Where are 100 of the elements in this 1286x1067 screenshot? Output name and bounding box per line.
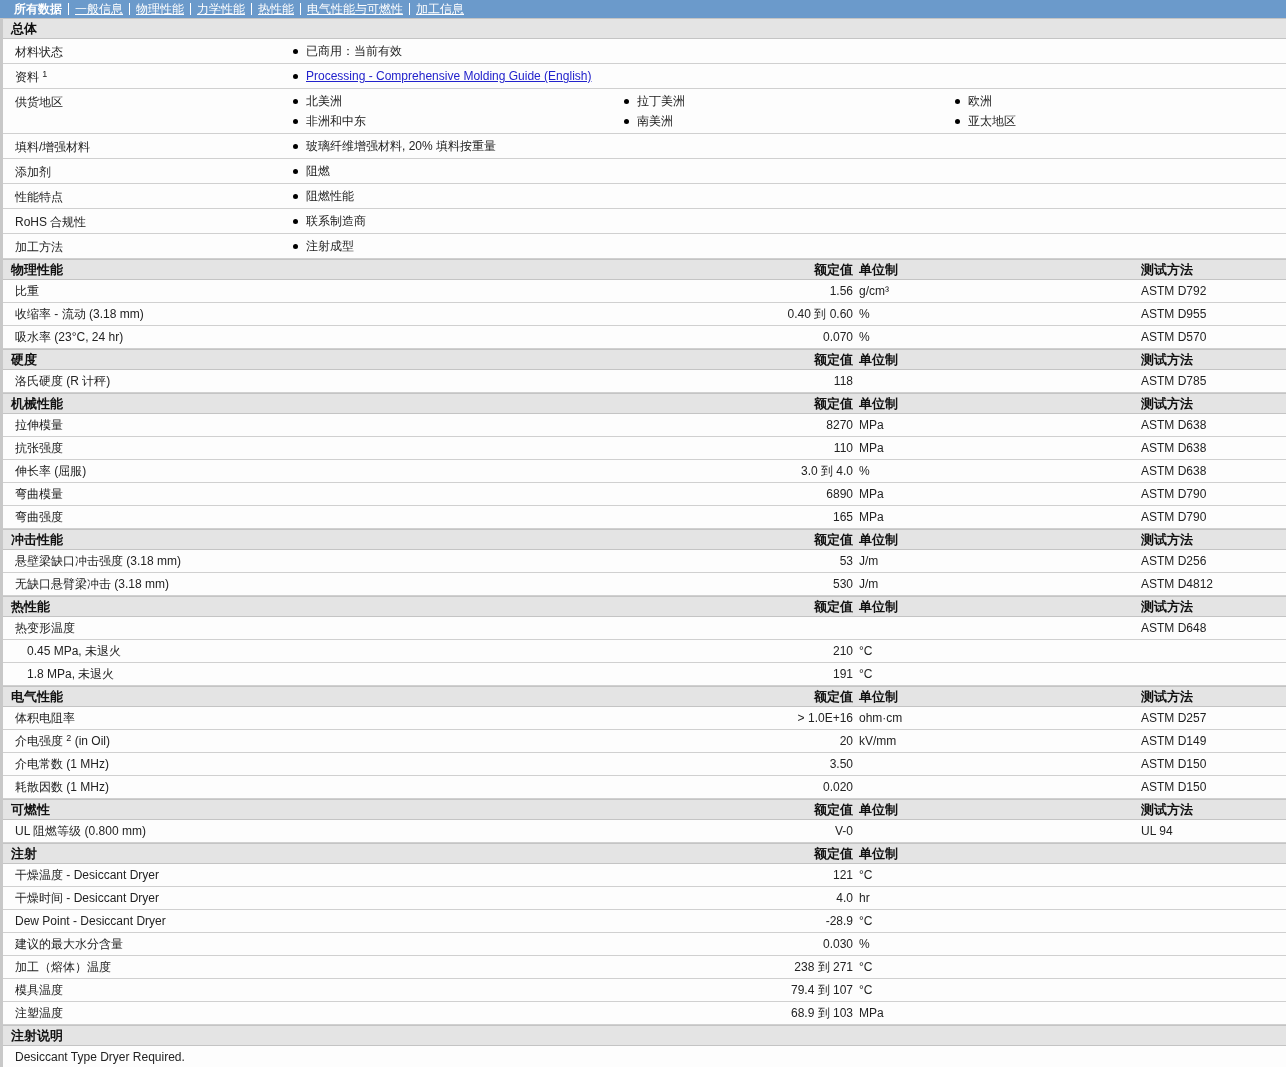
unit-text: %: [859, 463, 871, 480]
property-value: > 1.0E+16: [796, 710, 854, 727]
property-label: 弯曲强度: [14, 509, 64, 526]
property-value: 118: [832, 373, 854, 390]
test-method: ASTM D257: [1141, 710, 1208, 727]
property-value: 0.030: [821, 936, 854, 953]
column-heading: 额定值: [813, 395, 854, 413]
section-title: 热性能: [10, 598, 51, 616]
property-label: 资料 $^{1}$: [14, 67, 49, 86]
test-method: ASTM D955: [1141, 306, 1208, 323]
column-heading: 测试方法: [1141, 261, 1194, 279]
unit-text: °C: [859, 643, 874, 660]
column-heading: 单位制: [859, 395, 899, 413]
unit-text: °C: [859, 982, 874, 999]
bullet-icon: [293, 143, 298, 149]
unit-text: %: [859, 936, 871, 953]
property-value: 191: [831, 666, 854, 683]
column-heading: 额定值: [813, 801, 854, 819]
column-heading: 额定值: [813, 351, 854, 369]
property-label: 介电强度 $^{2}$ (in Oil): [14, 732, 112, 750]
property-label: RoHS 合规性: [14, 214, 88, 231]
column-heading: 单位制: [859, 598, 899, 616]
property-value: 238 到 271: [793, 959, 854, 976]
test-method: ASTM D4812: [1141, 576, 1215, 593]
column-heading: 测试方法: [1141, 531, 1194, 549]
property-value: 0.020: [821, 779, 854, 796]
unit-text: MPa: [859, 509, 885, 526]
property-value: 6890: [825, 486, 854, 503]
property-value: 注射成型: [306, 238, 354, 255]
property-label: 体积电阻率: [14, 710, 76, 727]
property-value: 已商用：当前有效: [306, 43, 402, 60]
document-link[interactable]: Processing - Comprehensive Molding Guide (English): [306, 67, 592, 85]
property-label: 拉伸模量: [14, 417, 64, 434]
property-value: 亚太地区: [968, 113, 1016, 130]
property-value: 53: [838, 553, 854, 570]
property-label: 加工方法: [14, 239, 64, 256]
bullet-icon: [955, 118, 960, 124]
property-label: 供货地区: [14, 94, 64, 111]
test-method: ASTM D785: [1141, 373, 1208, 390]
unit-text: °C: [859, 666, 874, 683]
property-label: 建议的最大水分含量: [14, 936, 124, 953]
property-label: 比重: [14, 283, 40, 300]
property-value: 南美洲: [637, 113, 673, 130]
section-title: 注射说明: [10, 1027, 64, 1045]
nav-tab[interactable]: 物理性能: [136, 0, 184, 18]
column-heading: 额定值: [813, 598, 854, 616]
unit-text: hr: [859, 890, 871, 907]
unit-text: %: [859, 306, 871, 323]
property-label: 抗张强度: [14, 440, 64, 457]
column-heading: 额定值: [813, 261, 854, 279]
unit-text: kV/mm: [859, 733, 898, 750]
property-value: 3.0 到 4.0: [799, 463, 854, 480]
property-label: 注塑温度: [14, 1005, 64, 1022]
property-value: 1.56: [828, 283, 854, 300]
property-value: 欧洲: [968, 93, 992, 110]
unit-text: MPa: [859, 486, 885, 503]
property-value: 121: [831, 867, 854, 884]
bullet-icon: [293, 218, 298, 224]
nav-tab[interactable]: 所有数据: [14, 0, 62, 18]
section-title: 硬度: [10, 351, 38, 369]
nav-tab[interactable]: 力学性能: [197, 0, 245, 18]
property-value: 联系制造商: [306, 213, 366, 230]
nav-tab[interactable]: 电气性能与可燃性: [307, 0, 403, 18]
column-heading: 单位制: [859, 845, 899, 863]
property-label: 材料状态: [14, 44, 64, 61]
property-value: 阻燃性能: [306, 188, 354, 205]
test-method: ASTM D638: [1141, 417, 1208, 434]
property-value: 0.070: [821, 329, 854, 346]
test-method: UL 94: [1141, 823, 1174, 840]
section-title: 注射: [10, 845, 38, 863]
column-heading: 测试方法: [1141, 688, 1194, 706]
column-heading: 单位制: [859, 351, 899, 369]
property-label: 伸长率 (屈服): [14, 463, 88, 480]
property-value: 68.9 到 103: [789, 1005, 854, 1022]
test-method: ASTM D150: [1141, 779, 1208, 796]
property-value: 165: [831, 509, 854, 526]
note-text: Desiccant Type Dryer Required.: [14, 1049, 185, 1066]
unit-text: MPa: [859, 440, 885, 457]
bullet-icon: [293, 98, 298, 104]
property-label: 模具温度: [14, 982, 64, 999]
property-value: 拉丁美洲: [637, 93, 685, 110]
bullet-icon: [293, 243, 298, 249]
section-title: 冲击性能: [10, 531, 64, 549]
section-title: 机械性能: [9, 395, 64, 413]
nav-tab[interactable]: 一般信息: [75, 0, 123, 18]
property-value: 8270: [825, 417, 854, 434]
bullet-icon: [624, 118, 629, 124]
nav-tab[interactable]: 热性能: [258, 0, 294, 18]
property-value: 79.4 到 107: [789, 982, 854, 999]
test-method: ASTM D256: [1141, 553, 1208, 570]
property-value: 110: [832, 440, 854, 457]
unit-text: ohm·cm: [859, 710, 904, 727]
property-label: 干燥温度 - Desiccant Dryer: [14, 867, 161, 884]
property-label: 吸水率 (23°C, 24 hr): [14, 329, 125, 346]
nav-tab[interactable]: 加工信息: [416, 0, 464, 18]
column-heading: 额定值: [813, 845, 854, 863]
property-label: 弯曲模量: [14, 486, 64, 503]
bullet-icon: [293, 168, 298, 174]
bullet-icon: [955, 98, 960, 104]
property-value: 0.40 到 0.60: [786, 306, 854, 323]
